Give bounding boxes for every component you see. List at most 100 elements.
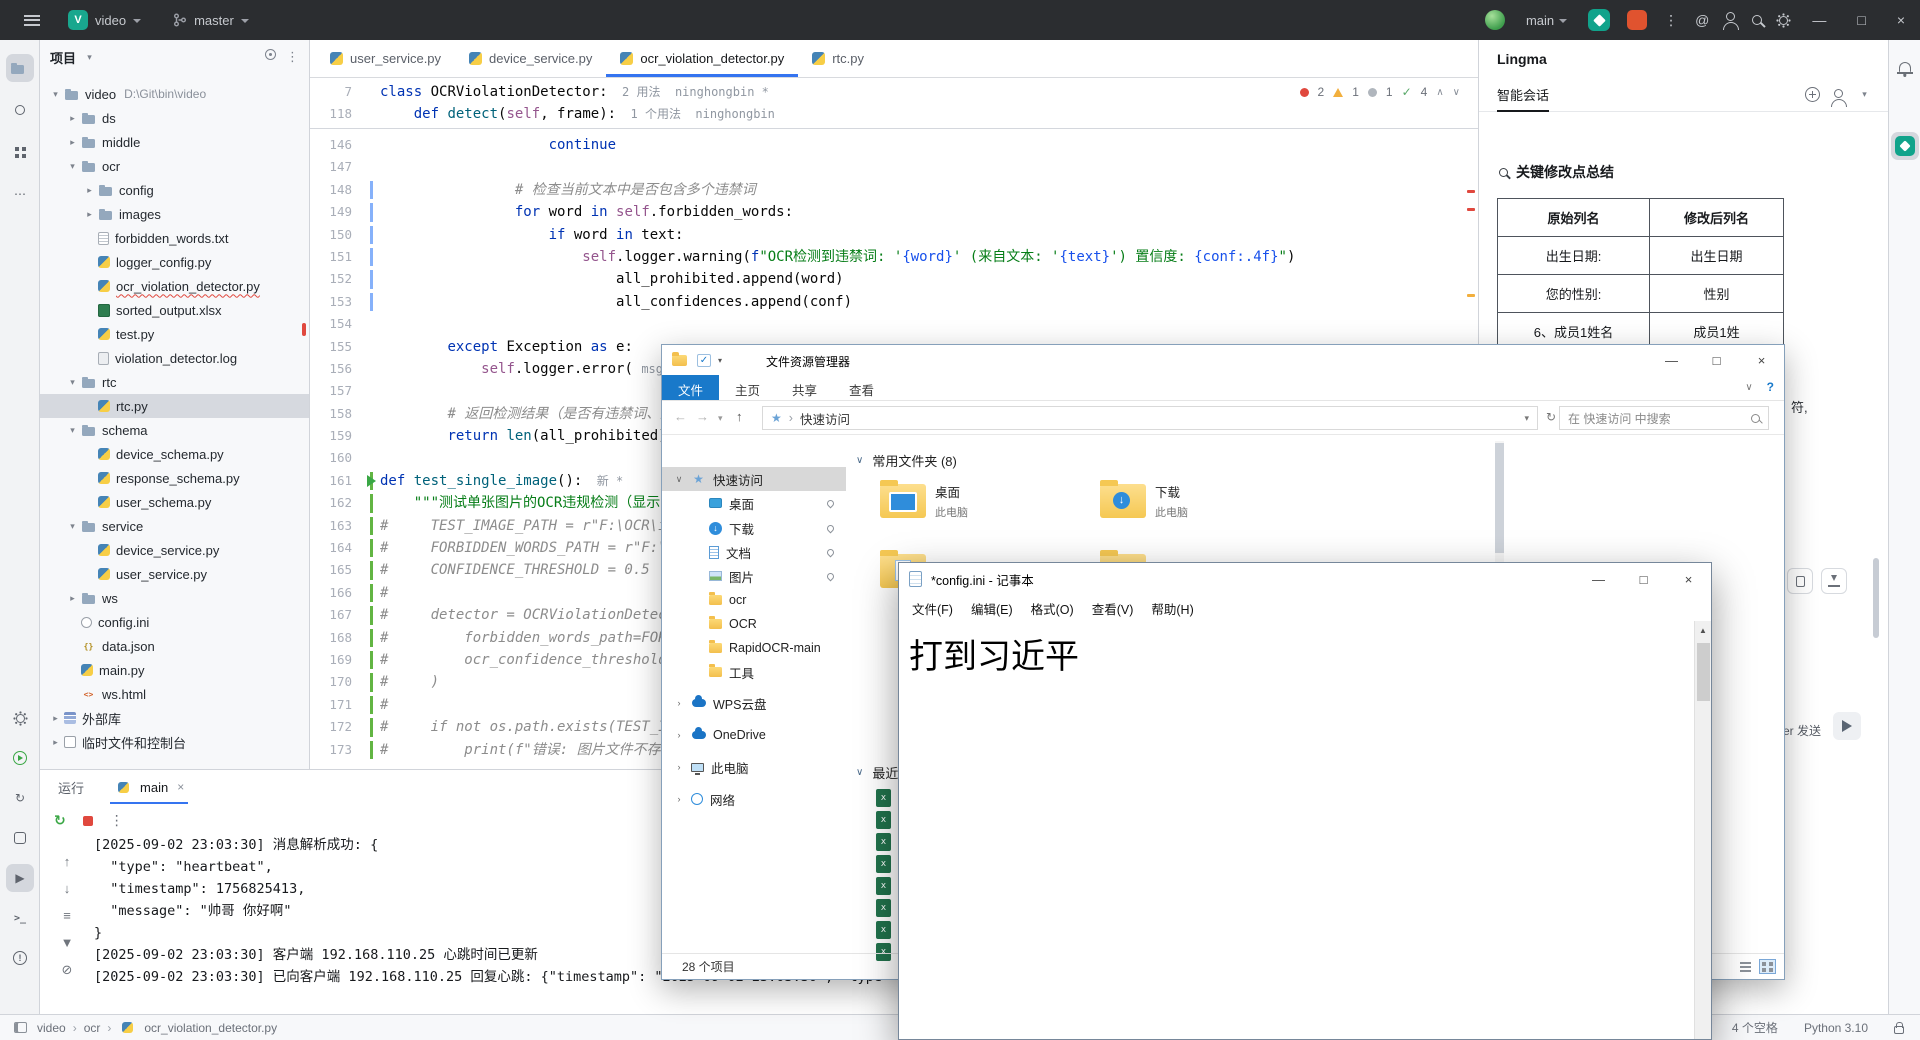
tree-item-device_schema.py[interactable]: device_schema.py <box>40 442 309 466</box>
tree-item-data.json[interactable]: {}data.json <box>40 634 309 658</box>
next-problem-icon[interactable]: ∨ <box>1453 87 1460 98</box>
nav-item-网络[interactable]: ›网络 <box>662 787 846 811</box>
menu-item-格式(O)[interactable]: 格式(O) <box>1022 599 1083 618</box>
commit-tool-icon[interactable] <box>6 96 34 124</box>
editor-tab-rtc.py[interactable]: rtc.py <box>798 40 878 77</box>
minimize-button[interactable]: — <box>1649 345 1694 375</box>
line-number[interactable]: 118 <box>310 103 368 125</box>
notepad-title-bar[interactable]: *config.ini - 记事本 — □ × <box>899 563 1711 595</box>
close-button[interactable]: × <box>1666 563 1711 595</box>
copy-button[interactable] <box>1787 568 1813 594</box>
run-config-selector[interactable]: main <box>1522 6 1571 34</box>
close-tab-icon[interactable]: × <box>177 780 184 794</box>
maximize-button[interactable]: □ <box>1694 345 1739 375</box>
panel-scrollbar[interactable] <box>1873 558 1879 638</box>
close-button[interactable]: × <box>1890 12 1912 28</box>
line-number[interactable]: 149 <box>310 201 368 223</box>
editor-tab-user_service.py[interactable]: user_service.py <box>316 40 455 77</box>
branch-widget[interactable]: master <box>169 6 253 34</box>
folder-tile-下载[interactable]: 下载此电脑 <box>1100 473 1315 529</box>
line-number[interactable]: 156 <box>310 358 368 380</box>
menu-item-帮助(H)[interactable]: 帮助(H) <box>1142 599 1202 618</box>
maximize-button[interactable]: □ <box>1850 12 1872 28</box>
tree-item-config[interactable]: ▸config <box>40 178 309 202</box>
line-number[interactable]: 7 <box>310 81 368 103</box>
forward-icon[interactable]: → <box>696 409 709 424</box>
line-number[interactable]: 170 <box>310 671 368 693</box>
tree-item-rtc.py[interactable]: rtc.py <box>40 394 309 418</box>
tree-item-ocr_violation_detector.py[interactable]: ocr_violation_detector.py <box>40 274 309 298</box>
panel-options-icon[interactable]: ⋮ <box>286 49 299 65</box>
send-button[interactable] <box>1833 712 1861 740</box>
line-number[interactable]: 166 <box>310 582 368 604</box>
tree-item-ws.html[interactable]: <>ws.html <box>40 682 309 706</box>
line-number[interactable]: 169 <box>310 649 368 671</box>
address-dropdown-icon[interactable]: ▾ <box>1524 413 1529 424</box>
menu-item-编辑(E)[interactable]: 编辑(E) <box>962 599 1022 618</box>
scrollbar-thumb[interactable] <box>1495 443 1504 553</box>
line-number[interactable]: 150 <box>310 224 368 246</box>
soft-wrap-icon[interactable]: ≡ <box>63 908 71 923</box>
address-breadcrumb[interactable]: ★ › 快速访问 ▾ <box>762 406 1538 430</box>
quick-toolbar-check-icon[interactable]: ✓ <box>697 354 711 367</box>
project-widget[interactable]: V video <box>64 6 145 34</box>
ribbon-tab-文件[interactable]: 文件 <box>662 375 719 400</box>
scroll-to-end-icon[interactable]: ▼ <box>61 935 74 950</box>
lingma-icon[interactable] <box>1588 9 1610 31</box>
xlsx-file-icon[interactable]: x <box>876 877 891 895</box>
thumbnail-view-toggle[interactable] <box>1759 959 1776 974</box>
xlsx-file-icon[interactable]: x <box>876 833 891 851</box>
nav-item-文档[interactable]: 文档 <box>662 540 846 564</box>
nav-item-工具[interactable]: 工具 <box>662 660 846 684</box>
run-tab-main[interactable]: main × <box>110 770 188 804</box>
tree-item-config.ini[interactable]: config.ini <box>40 610 309 634</box>
nav-item-快速访问[interactable]: ∨快速访问 <box>662 467 846 491</box>
rerun-button[interactable]: ↻ <box>54 812 66 829</box>
refresh-icon[interactable]: ↻ <box>1546 410 1556 424</box>
line-number[interactable]: 152 <box>310 268 368 290</box>
xlsx-file-icon[interactable]: x <box>876 855 891 873</box>
tree-item-video[interactable]: ▾videoD:\Git\bin\video <box>40 82 309 106</box>
problems-tool-icon[interactable]: ! <box>6 944 34 972</box>
tree-item-service[interactable]: ▾service <box>40 514 309 538</box>
tree-item-logger_config.py[interactable]: logger_config.py <box>40 250 309 274</box>
insert-button[interactable] <box>1821 568 1847 594</box>
line-number[interactable]: 146 <box>310 134 368 156</box>
structure-tool-icon[interactable] <box>6 138 34 166</box>
tree-item-ds[interactable]: ▸ds <box>40 106 309 130</box>
menu-item-查看(V)[interactable]: 查看(V) <box>1083 599 1143 618</box>
tree-item-临时文件和控制台[interactable]: ▸临时文件和控制台 <box>40 730 309 754</box>
nav-item-桌面[interactable]: 桌面 <box>662 491 846 515</box>
account-icon[interactable] <box>1834 89 1843 98</box>
tree-item-test.py[interactable]: test.py <box>40 322 309 346</box>
nav-item-下载[interactable]: ↓下载 <box>662 516 846 540</box>
up-icon[interactable]: ↑ <box>736 409 743 424</box>
nav-item-图片[interactable]: 图片 <box>662 564 846 588</box>
xlsx-file-icon[interactable]: x <box>876 789 891 807</box>
refresh-tool-icon[interactable]: ↻ <box>6 784 34 812</box>
minimize-button[interactable]: — <box>1805 12 1833 28</box>
list-view-toggle[interactable] <box>1737 959 1754 974</box>
project-tool-icon[interactable] <box>6 54 34 82</box>
history-dropdown-icon[interactable]: ▾ <box>718 413 723 424</box>
tree-item-forbidden_words.txt[interactable]: forbidden_words.txt <box>40 226 309 250</box>
breadcrumb-item[interactable]: ocr <box>84 1021 101 1035</box>
breadcrumb-item[interactable]: video <box>37 1021 66 1035</box>
line-number[interactable]: 147 <box>310 156 368 178</box>
breadcrumb-item[interactable]: ocr_violation_detector.py <box>144 1021 277 1035</box>
quick-toolbar-dropdown-icon[interactable]: ▾ <box>718 356 722 365</box>
xlsx-file-icon[interactable]: x <box>876 921 891 939</box>
locate-file-icon[interactable] <box>265 49 276 60</box>
nav-item-WPS云盘[interactable]: ›WPS云盘 <box>662 691 846 715</box>
line-number[interactable]: 157 <box>310 380 368 402</box>
folder-tile-桌面[interactable]: 桌面此电脑 <box>880 473 1095 529</box>
explorer-search-box[interactable]: 在 快速访问 中搜索 <box>1559 406 1769 430</box>
back-icon[interactable]: ← <box>674 409 687 424</box>
notepad-text-area[interactable]: 打到习近平 <box>899 621 1694 1039</box>
inspections-widget[interactable]: 2 1 1 ✓4 ∧ ∨ <box>1294 85 1460 99</box>
services-tool-icon[interactable] <box>6 744 34 772</box>
xlsx-file-icon[interactable]: x <box>876 899 891 917</box>
notifications-button[interactable] <box>1895 56 1915 78</box>
tree-item-response_schema.py[interactable]: response_schema.py <box>40 466 309 490</box>
more-tools-icon[interactable]: ⋯ <box>6 180 34 208</box>
